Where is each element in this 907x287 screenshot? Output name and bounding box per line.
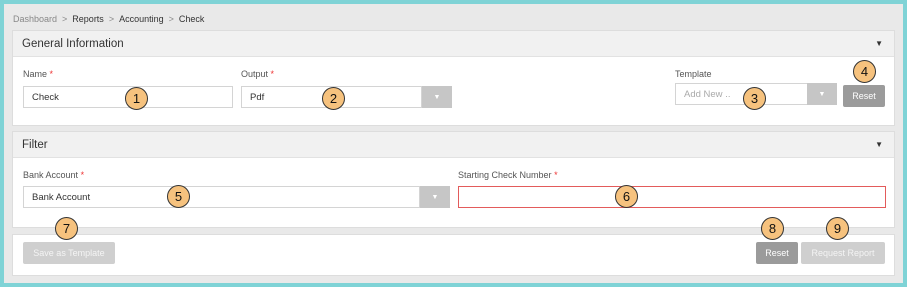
starting-check-number-label: Starting Check Number * — [458, 170, 558, 180]
marker-badge: 2 — [322, 87, 345, 110]
output-dropdown-button[interactable]: ▼ — [422, 86, 452, 108]
filter-header[interactable]: Filter ▼ — [13, 132, 894, 158]
template-reset-button[interactable]: Reset — [843, 85, 885, 107]
bank-account-select[interactable]: Bank Account — [23, 186, 420, 208]
general-information-panel: General Information ▼ — [12, 30, 895, 126]
chevron-down-icon: ▼ — [431, 193, 439, 201]
caret-down-icon[interactable]: ▼ — [875, 39, 883, 48]
marker-badge: 7 — [55, 217, 78, 240]
marker-badge: 9 — [826, 217, 849, 240]
marker-badge: 5 — [167, 185, 190, 208]
general-information-title: General Information — [22, 37, 124, 50]
starting-check-number-input[interactable] — [458, 186, 886, 208]
template-select[interactable]: Add New .. — [675, 83, 809, 105]
bank-account-dropdown-button[interactable]: ▼ — [420, 186, 450, 208]
breadcrumb-separator: > — [62, 14, 68, 24]
chevron-down-icon: ▼ — [433, 93, 441, 101]
marker-badge: 3 — [743, 87, 766, 110]
breadcrumb: Dashboard > Reports > Accounting > Check — [13, 14, 204, 24]
breadcrumb-separator: > — [108, 14, 115, 24]
footer-reset-button[interactable]: Reset — [756, 242, 798, 264]
template-label: Template — [675, 69, 712, 79]
marker-badge: 8 — [761, 217, 784, 240]
breadcrumb-reports[interactable]: Reports — [72, 14, 104, 24]
breadcrumb-separator: > — [168, 14, 174, 24]
bank-account-label: Bank Account * — [23, 170, 85, 180]
page-frame: Dashboard > Reports > Accounting > Check… — [4, 4, 903, 283]
filter-title: Filter — [22, 138, 48, 151]
breadcrumb-dashboard[interactable]: Dashboard — [13, 14, 57, 24]
save-as-template-button[interactable]: Save as Template — [23, 242, 115, 264]
output-label: Output * — [241, 69, 275, 79]
marker-badge: 4 — [853, 60, 876, 83]
breadcrumb-check: Check — [178, 14, 205, 24]
request-report-button[interactable]: Request Report — [801, 242, 885, 264]
marker-badge: 1 — [125, 87, 148, 110]
filter-panel: Filter ▼ — [12, 131, 895, 228]
caret-down-icon[interactable]: ▼ — [875, 140, 883, 149]
marker-badge: 6 — [615, 185, 638, 208]
name-label: Name * — [23, 69, 54, 79]
template-dropdown-button[interactable]: ▼ — [807, 83, 837, 105]
chevron-down-icon: ▼ — [818, 90, 826, 98]
breadcrumb-accounting[interactable]: Accounting — [119, 14, 164, 24]
general-information-header[interactable]: General Information ▼ — [13, 31, 894, 57]
